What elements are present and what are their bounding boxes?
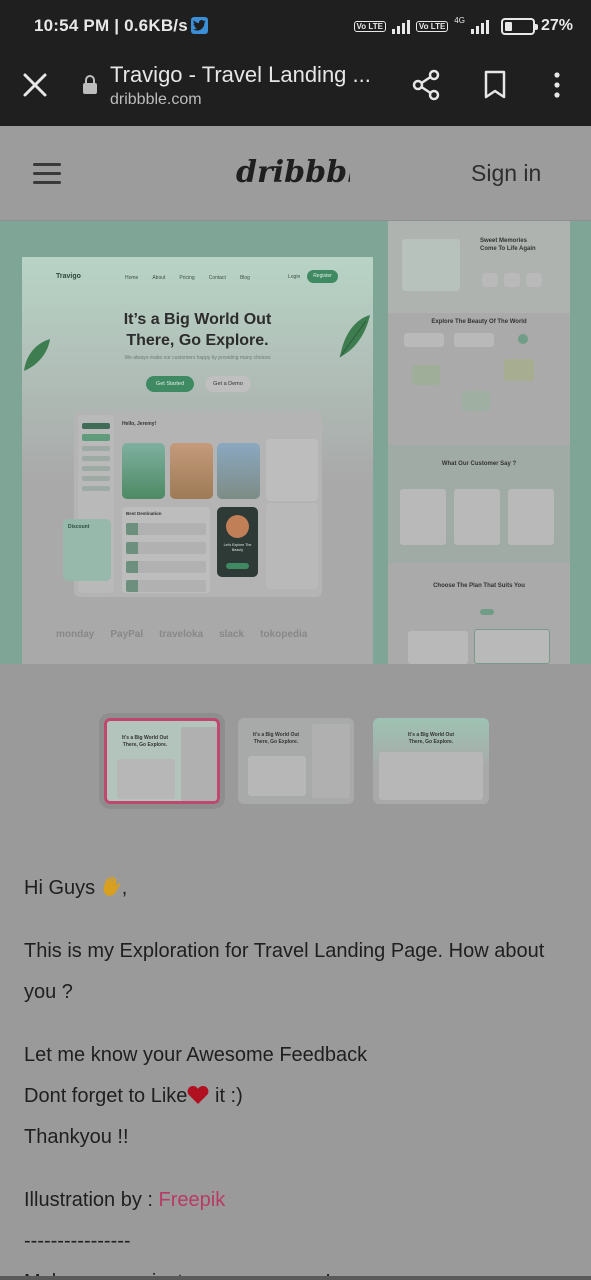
status-time: 10:54 PM | 0.6KB/s: [34, 16, 188, 35]
best-destination-title: Best Destination: [126, 511, 162, 516]
battery-fill: [504, 21, 512, 31]
preview-nav-item: Contact: [208, 275, 226, 281]
page-domain[interactable]: dribbble.com: [110, 91, 202, 109]
thumbnail-2[interactable]: It’s a Big World Out There, Go Explore.: [238, 718, 354, 804]
preview-section-title: Explore The Beauty Of The World: [431, 319, 527, 325]
signal-icon: [391, 18, 410, 34]
brand-logo: monday: [56, 629, 95, 640]
brand-logo: PayPal: [110, 629, 144, 640]
explore-promo-card: Let's Explore The Beauty: [217, 507, 258, 577]
preview-get-demo-button: Get a Demo: [205, 376, 251, 392]
preview-section-pricing: Choose The Plan That Suits You: [388, 567, 570, 664]
description-greeting: Hi Guys ,: [24, 876, 128, 899]
heart-icon: [188, 1086, 209, 1104]
page-title[interactable]: Travigo - Travel Landing ...: [110, 62, 371, 88]
screen: 10:54 PM | 0.6KB/s Vo LTE Vo LTE 4G 27% …: [0, 0, 591, 1280]
preview-hero-line-2: There, Go Explore.: [126, 332, 269, 349]
gesture-bar: [0, 1276, 591, 1280]
preview-section-title: Choose The Plan That Suits You: [433, 583, 525, 589]
description-illustration: Illustration by : Freepik: [24, 1189, 226, 1211]
preview-greeting: Hello, Jeremy!: [122, 421, 157, 427]
lock-icon: [83, 75, 97, 94]
waving-hand-icon: [103, 876, 121, 896]
twitter-notification-icon: [191, 17, 208, 34]
shot-description: Hi Guys , This is my Exploration for Tra…: [24, 868, 572, 1280]
site-header: dribbble Sign in: [0, 126, 591, 221]
freepik-link[interactable]: Freepik: [159, 1189, 226, 1211]
preview-hero-line-1: It’s a Big World Out: [123, 311, 272, 328]
preview-nav-item: About: [152, 275, 166, 281]
preview-get-started-button: Get Started: [146, 376, 194, 392]
signal-icon-2: [470, 18, 489, 34]
volte-badge-2: Vo LTE: [415, 20, 449, 32]
battery-icon: [500, 17, 538, 35]
dribbble-logo[interactable]: dribbble: [236, 151, 350, 193]
preview-hero-title: It’s a Big World Out There, Go Explore.: [22, 309, 373, 351]
description-line-2: Let me know your Awesome Feedback: [24, 1044, 368, 1066]
shot-image[interactable]: Travigo Home About Pricing Contact Blog …: [0, 221, 591, 664]
preview-register-button: Register: [307, 270, 338, 283]
status-bar: 10:54 PM | 0.6KB/s Vo LTE Vo LTE 4G 27%: [0, 0, 591, 52]
thumbnail-1[interactable]: It’s a Big World Out There, Go Explore.: [99, 713, 225, 809]
destination-card: [217, 443, 260, 499]
description-line-4: Thankyou !!: [24, 1126, 129, 1148]
description-line-1: This is my Exploration for Travel Landin…: [24, 940, 545, 1003]
schedule-widget: [266, 503, 318, 589]
leaf-illustration-icon: [24, 339, 50, 371]
share-icon[interactable]: [411, 69, 441, 101]
landing-page-preview: Travigo Home About Pricing Contact Blog …: [22, 257, 373, 664]
svg-text:dribbble: dribbble: [236, 155, 350, 190]
landing-page-sections-preview: Sweet Memories Come To Life Again Explor…: [388, 221, 570, 664]
brand-logos: monday PayPal traveloka slack tokopedia: [56, 629, 307, 640]
preview-brand: Travigo: [56, 273, 81, 280]
preview-section-testimonials: What Our Customer Say ?: [388, 445, 570, 563]
preview-section-memories: Sweet Memories Come To Life Again: [388, 221, 570, 313]
preview-section-title: Sweet Memories Come To Life Again: [480, 238, 536, 252]
preview-nav-item: Pricing: [179, 275, 195, 281]
hamburger-menu-icon[interactable]: [33, 163, 61, 185]
status-icons: Vo LTE Vo LTE 4G 27%: [353, 15, 573, 37]
thumbnail-3[interactable]: It’s a Big World Out There, Go Explore.: [373, 718, 489, 804]
thumbnail-title: It’s a Big World Out There, Go Explore.: [252, 732, 300, 745]
thumbnail-title: It’s a Big World Out There, Go Explore.: [407, 732, 455, 745]
volte-badge: Vo LTE: [353, 20, 386, 32]
bookmark-icon[interactable]: [483, 70, 507, 100]
brand-logo: slack: [219, 629, 245, 640]
description-separator: ----------------: [24, 1230, 131, 1252]
destination-card: [170, 443, 213, 499]
preview-login: Login: [288, 274, 301, 280]
leaf-illustration-icon: [339, 315, 370, 358]
preview-section-title: What Our Customer Say ?: [441, 461, 517, 467]
preview-nav: Home About Pricing Contact Blog: [125, 275, 250, 281]
preview-hero-subtitle: We always make our customers happy by pr…: [124, 355, 271, 361]
calendar-widget: [266, 439, 318, 501]
brand-logo: tokopedia: [260, 629, 308, 640]
battery-percent: 27%: [540, 17, 573, 34]
best-destination-list: Best Destination: [122, 507, 210, 593]
discount-label: Discount: [68, 524, 90, 530]
more-options-icon[interactable]: [548, 70, 566, 100]
preview-dashboard: Hello, Jeremy! Best Destination Let's Ex…: [74, 411, 322, 597]
explore-promo-text: Let's Explore The Beauty: [223, 543, 252, 552]
network-type: 4G: [454, 15, 465, 25]
destination-card: [122, 443, 165, 499]
preview-section-explore: Explore The Beauty Of The World: [388, 315, 570, 443]
brand-logo: traveloka: [159, 629, 204, 640]
preview-nav-item: Blog: [239, 275, 250, 281]
close-icon[interactable]: [22, 72, 48, 98]
sign-in-link[interactable]: Sign in: [471, 160, 541, 187]
discount-card: Discount: [63, 519, 111, 581]
preview-nav-item: Home: [125, 275, 139, 281]
description-line-3: Dont forget to Like it :): [24, 1085, 243, 1107]
shot-thumbnails: It’s a Big World Out There, Go Explore. I…: [0, 712, 591, 812]
browser-toolbar: Travigo - Travel Landing ... dribbble.co…: [0, 52, 591, 126]
thumbnail-title: It’s a Big World Out There, Go Explore.: [121, 735, 169, 748]
